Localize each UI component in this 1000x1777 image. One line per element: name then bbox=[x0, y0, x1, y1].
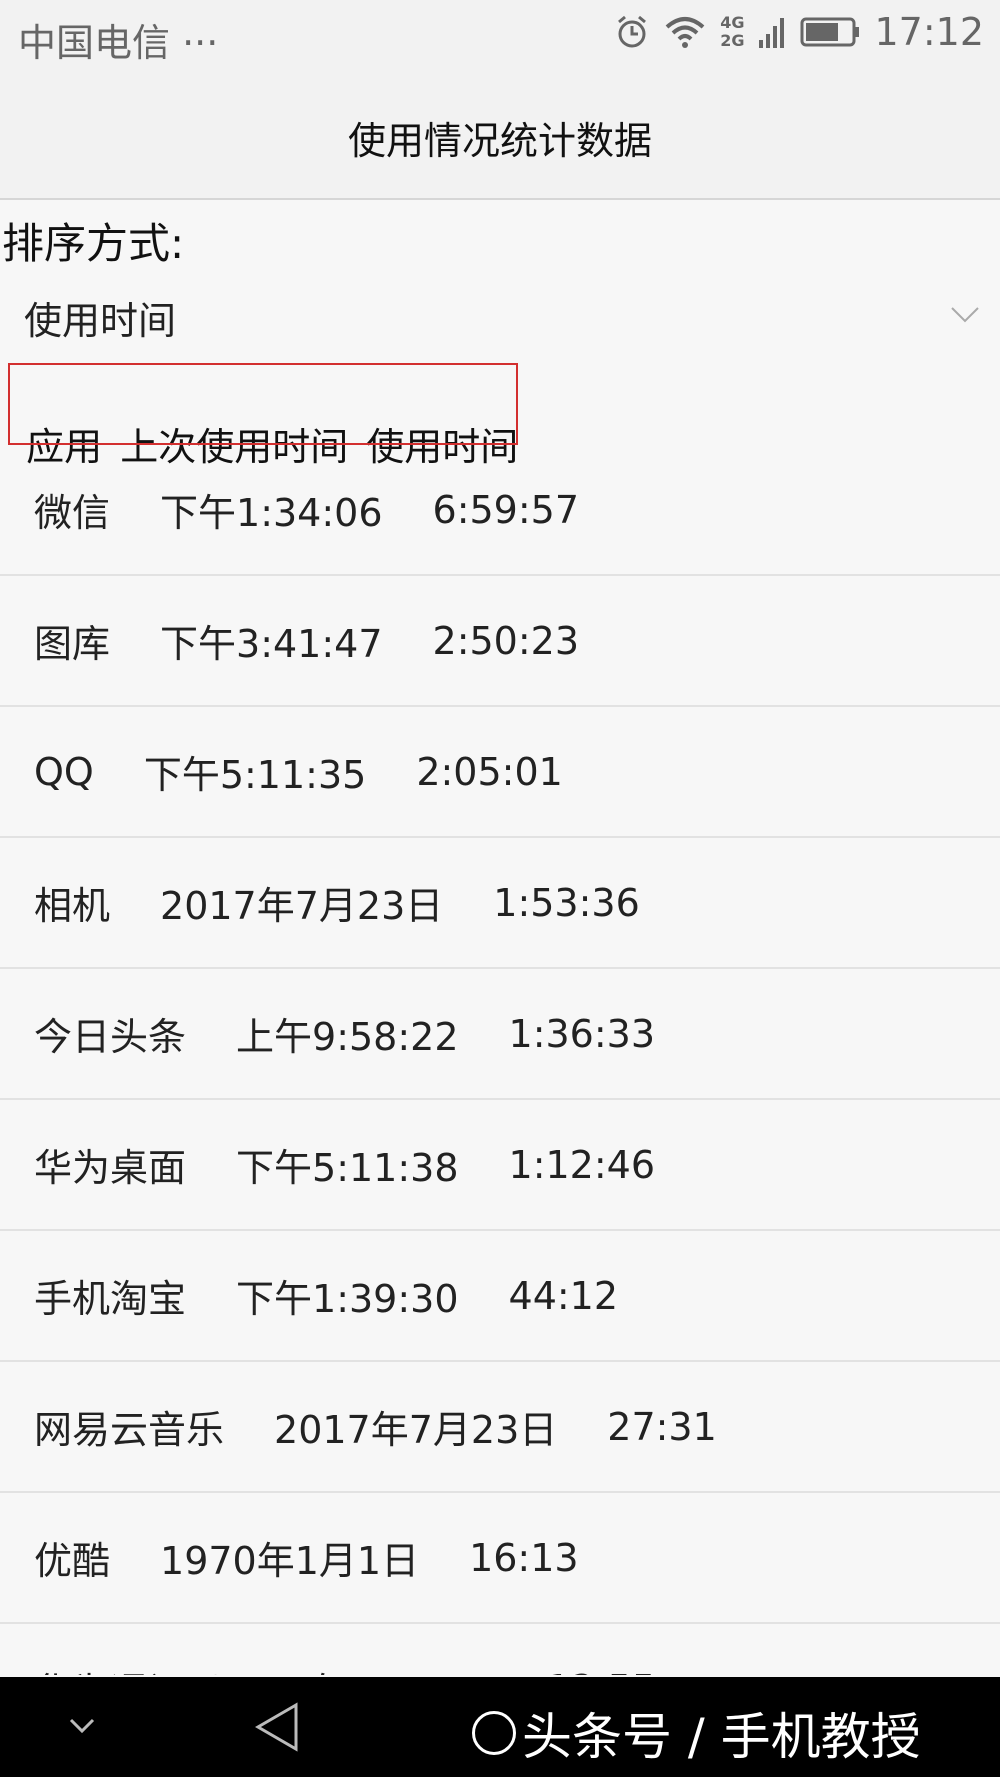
app-name: 华为通讯录 bbox=[34, 1661, 224, 1675]
list-item[interactable]: QQ 下午5:11:35 2:05:01 bbox=[0, 707, 1000, 838]
alarm-icon bbox=[618, 15, 647, 48]
list-item[interactable]: 相机 2017年7月23日 1:53:36 bbox=[0, 838, 1000, 969]
last-used-time: 下午3:41:47 bbox=[160, 622, 383, 666]
title-bar: 使用情况统计数据 bbox=[0, 68, 1000, 200]
app-name: 手机淘宝 bbox=[34, 1277, 187, 1321]
last-used-time: 1970年1月1日 bbox=[160, 1539, 420, 1583]
signal-icon bbox=[759, 18, 785, 48]
last-used-time: 2017年7月23日 bbox=[274, 1408, 558, 1452]
watermark: 头条号 / 手机教授 bbox=[472, 1697, 921, 1769]
last-used-time: 上午9:58:22 bbox=[236, 1015, 459, 1059]
usage-time: 12:55 bbox=[547, 1667, 657, 1676]
back-icon[interactable] bbox=[252, 1701, 302, 1753]
usage-time: 6:59:57 bbox=[432, 487, 580, 532]
clock: 17:12 bbox=[874, 10, 984, 54]
app-name: 图库 bbox=[34, 622, 111, 666]
app-name: QQ bbox=[34, 749, 94, 794]
usage-time: 27:31 bbox=[607, 1404, 717, 1449]
last-used-time: 下午1:39:30 bbox=[236, 1277, 459, 1321]
list-item[interactable]: 网易云音乐 2017年7月23日 27:31 bbox=[0, 1362, 1000, 1493]
app-name: 微信 bbox=[34, 491, 111, 535]
usage-time: 44:12 bbox=[508, 1273, 619, 1318]
chevron-down-icon bbox=[951, 307, 979, 323]
list-item[interactable]: 华为桌面 下午5:11:38 1:12:46 bbox=[0, 1100, 1000, 1231]
app-name: 华为桌面 bbox=[34, 1146, 187, 1190]
app-name: 相机 bbox=[34, 884, 111, 928]
usage-time: 2:50:23 bbox=[432, 618, 580, 663]
sort-label: 排序方式: bbox=[2, 219, 185, 268]
carrier-label: 中国电信 ··· bbox=[18, 21, 219, 65]
app-name: 优酷 bbox=[34, 1539, 111, 1583]
last-used-time: 下午1:34:06 bbox=[160, 491, 383, 535]
battery-icon bbox=[800, 17, 860, 47]
status-icons: 4G 2G 17:12 bbox=[614, 10, 984, 54]
list-item[interactable]: 手机淘宝 下午1:39:30 44:12 bbox=[0, 1231, 1000, 1362]
last-used-time: 下午5:11:53 bbox=[274, 1661, 497, 1675]
watermark-text: 头条号 / 手机教授 bbox=[522, 1708, 921, 1766]
page-title: 使用情况统计数据 bbox=[347, 119, 652, 163]
wifi-icon bbox=[665, 17, 705, 48]
chevron-down-icon[interactable] bbox=[68, 1717, 96, 1735]
last-used-time: 2017年7月23日 bbox=[160, 884, 444, 928]
sort-selected-value: 使用时间 bbox=[24, 299, 177, 343]
app-name: 今日头条 bbox=[34, 1015, 187, 1059]
network-2g: 2G bbox=[720, 31, 745, 50]
last-used-time: 下午5:11:38 bbox=[236, 1146, 459, 1190]
usage-list: 微信 下午1:34:06 6:59:57 图库 下午3:41:47 2:50:23 QQ 下午… bbox=[0, 445, 1000, 1675]
list-item[interactable]: 华为通讯录 下午5:11:53 12:55 bbox=[0, 1624, 1000, 1676]
highlight-box bbox=[8, 363, 518, 445]
status-bar: 中国电信 ··· 4G 2G 17:12 bbox=[0, 0, 1000, 68]
usage-time: 16:13 bbox=[469, 1535, 579, 1580]
last-used-time: 下午5:11:35 bbox=[143, 753, 367, 797]
sort-dropdown[interactable]: 使用时间 bbox=[0, 282, 1000, 352]
usage-time: 1:36:33 bbox=[508, 1011, 656, 1056]
list-item[interactable]: 今日头条 上午9:58:22 1:36:33 bbox=[0, 969, 1000, 1100]
list-item[interactable]: 图库 下午3:41:47 2:50:23 bbox=[0, 576, 1000, 707]
app-name: 网易云音乐 bbox=[34, 1408, 225, 1452]
usage-time: 1:53:36 bbox=[493, 880, 640, 925]
home-icon[interactable] bbox=[472, 1711, 516, 1755]
list-item[interactable]: 微信 下午1:34:06 6:59:57 bbox=[0, 445, 1000, 576]
network-type: 4G 2G bbox=[720, 14, 744, 50]
network-4g: 4G bbox=[720, 13, 745, 32]
usage-time: 1:12:46 bbox=[508, 1142, 656, 1187]
list-item[interactable]: 优酷 1970年1月1日 16:13 bbox=[0, 1493, 1000, 1624]
usage-time: 2:05:01 bbox=[416, 749, 563, 794]
